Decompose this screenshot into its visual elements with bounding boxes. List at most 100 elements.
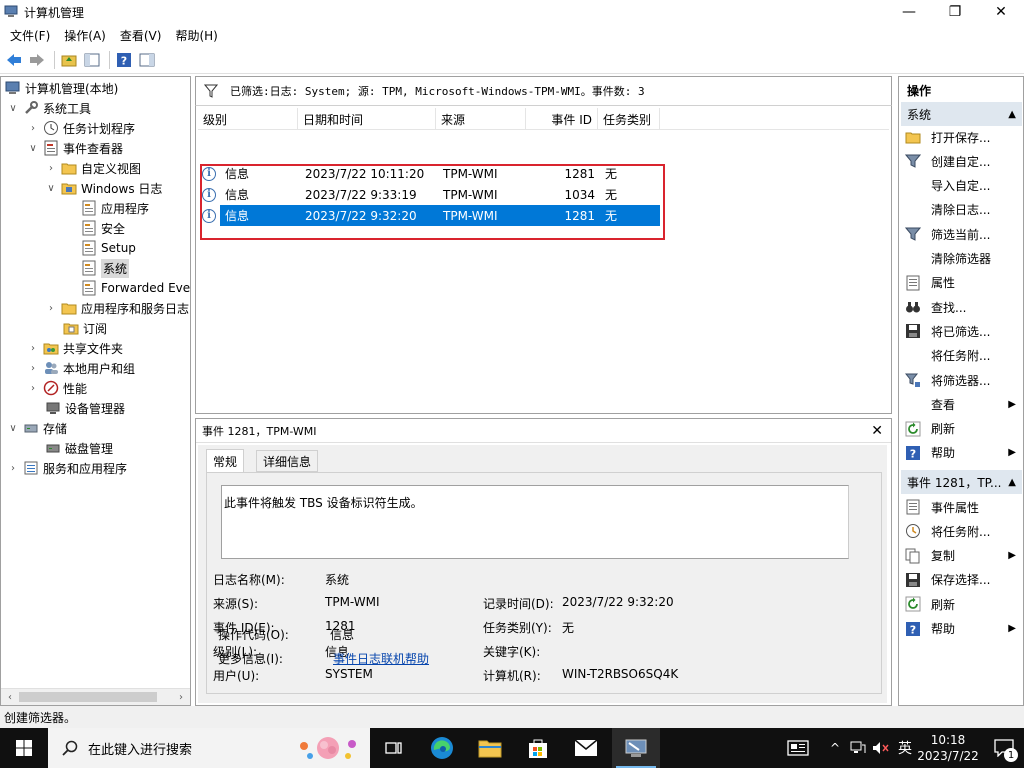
tab-details[interactable]: 详细信息 — [256, 450, 319, 472]
forward-button[interactable] — [27, 50, 47, 70]
show-hidden-icons-chevron-icon[interactable]: ^ — [826, 741, 844, 755]
event-action-item[interactable]: 保存选择... — [901, 569, 1022, 591]
system-action-item[interactable]: 将筛选器... — [901, 369, 1022, 391]
tree-item-storage[interactable]: ∨ 存储 — [7, 418, 67, 438]
tree-label: 性能 — [63, 381, 88, 396]
tree-item-event-viewer[interactable]: ∨ 事件查看器 — [27, 138, 123, 158]
more-info-link[interactable]: 事件日志联机帮助 — [333, 650, 429, 667]
menu-help[interactable]: 帮助(H) — [169, 27, 223, 44]
system-action-item[interactable]: 清除日志... — [901, 199, 1022, 221]
tree-item-windows-logs[interactable]: ∨ Windows 日志 — [45, 178, 162, 198]
system-action-item[interactable]: 打开保存... — [901, 126, 1022, 148]
back-button[interactable] — [4, 50, 24, 70]
help-button[interactable]: ? — [114, 50, 134, 70]
tree-item-system-tools[interactable]: ∨ 系统工具 — [7, 98, 91, 118]
actions-section-event[interactable]: 事件 1281，TP... ▲ — [901, 470, 1022, 494]
menu-action[interactable]: 操作(A) — [58, 27, 112, 44]
maximize-button[interactable]: ❐ — [932, 0, 978, 24]
tree-item-services-apps[interactable]: › 服务和应用程序 — [7, 458, 127, 478]
close-icon[interactable]: ✕ — [871, 423, 883, 439]
column-header-source[interactable]: 来源 — [436, 108, 526, 130]
taskbar-search[interactable]: 在此键入进行搜索 — [48, 728, 370, 768]
system-action-item[interactable]: 查看 ▶ — [901, 393, 1022, 415]
close-button[interactable]: ✕ — [978, 0, 1024, 24]
taskbar-clock[interactable]: 10:18 2023/7/22 — [912, 732, 984, 764]
system-action-item[interactable]: 导入自定... — [901, 175, 1022, 197]
tree-item-app-service-logs[interactable]: › 应用程序和服务日志 — [45, 298, 189, 318]
tree-item-performance[interactable]: › 性能 — [27, 378, 87, 398]
scroll-left-icon[interactable]: ‹ — [3, 690, 17, 704]
ime-indicator[interactable]: 英 — [898, 738, 912, 758]
expand-icon[interactable]: › — [7, 462, 19, 474]
show-hide-tree-button[interactable] — [82, 50, 102, 70]
menu-view[interactable]: 查看(V) — [114, 27, 168, 44]
tree-item-task-scheduler[interactable]: › 任务计划程序 — [27, 118, 135, 138]
start-button[interactable] — [0, 728, 48, 768]
computer-management-taskbar-button[interactable] — [612, 728, 660, 768]
event-action-item[interactable]: ? 帮助 ▶ — [901, 618, 1022, 640]
tree-item-custom-views[interactable]: › 自定义视图 — [45, 158, 141, 178]
column-header-event-id[interactable]: 事件 ID — [526, 108, 598, 130]
collapse-icon[interactable]: ∨ — [27, 142, 39, 154]
system-action-item[interactable]: 将已筛选... — [901, 320, 1022, 342]
up-level-button[interactable] — [59, 50, 79, 70]
scroll-right-icon[interactable]: › — [174, 690, 188, 704]
system-action-item[interactable]: 将任务附... — [901, 345, 1022, 367]
collapse-icon[interactable]: ∨ — [7, 422, 19, 434]
column-header-datetime[interactable]: 日期和时间 — [298, 108, 436, 130]
tree-item-subscriptions[interactable]: 订阅 — [63, 318, 107, 338]
news-widget-button[interactable] — [780, 728, 816, 768]
column-header-task-category[interactable]: 任务类别 — [598, 108, 660, 130]
network-icon[interactable] — [850, 741, 866, 755]
tree-item-application[interactable]: 应用程序 — [81, 198, 149, 218]
tree-item-disk-management[interactable]: 磁盘管理 — [45, 438, 113, 458]
expand-icon[interactable]: › — [27, 342, 39, 354]
event-action-item[interactable]: 刷新 — [901, 593, 1022, 615]
edge-app-button[interactable] — [418, 728, 466, 768]
table-row[interactable]: i 信息 2023/7/22 10:11:20 TPM-WMI 1281 无 — [202, 163, 852, 184]
tree-item-security[interactable]: 安全 — [81, 218, 125, 238]
scroll-thumb[interactable] — [19, 692, 157, 702]
submenu-arrow-icon: ▶ — [1008, 447, 1016, 459]
tab-general[interactable]: 常规 — [206, 449, 245, 473]
event-action-item[interactable]: 复制 ▶ — [901, 545, 1022, 567]
actions-section-system[interactable]: 系统 ▲ — [901, 102, 1022, 126]
column-header-level[interactable]: 级别 — [198, 108, 298, 130]
table-row-selected[interactable]: i 信息 2023/7/22 9:32:20 TPM-WMI 1281 无 — [202, 205, 852, 226]
tree-item-shared-folders[interactable]: › 共享文件夹 — [27, 338, 123, 358]
tree-item-setup[interactable]: Setup — [81, 238, 136, 258]
show-hide-action-pane-button[interactable] — [137, 50, 157, 70]
system-action-item[interactable]: 查找... — [901, 296, 1022, 318]
system-action-item[interactable]: 属性 — [901, 272, 1022, 294]
event-action-item[interactable]: 事件属性 — [901, 496, 1022, 518]
table-row[interactable]: i 信息 2023/7/22 9:33:19 TPM-WMI 1034 无 — [202, 184, 852, 205]
expand-icon[interactable]: › — [45, 302, 57, 314]
system-action-item[interactable]: 创建自定... — [901, 150, 1022, 172]
expand-icon[interactable]: › — [45, 162, 57, 174]
store-button[interactable] — [514, 728, 562, 768]
file-explorer-button[interactable] — [466, 728, 514, 768]
tree-item-computer-management[interactable]: 计算机管理(本地) — [5, 78, 118, 98]
mail-button[interactable] — [562, 728, 610, 768]
system-action-item[interactable]: 筛选当前... — [901, 223, 1022, 245]
collapse-icon[interactable]: ∨ — [7, 102, 19, 114]
collapse-icon[interactable]: ∨ — [45, 182, 57, 194]
notification-center-button[interactable]: 1 — [984, 728, 1024, 768]
menu-file[interactable]: 文件(F) — [4, 27, 56, 44]
minimize-button[interactable]: — — [886, 0, 932, 24]
event-action-item[interactable]: 将任务附... — [901, 520, 1022, 542]
volume-muted-icon[interactable] — [872, 741, 890, 755]
expand-icon[interactable]: › — [27, 122, 39, 134]
tree-item-device-manager[interactable]: 设备管理器 — [45, 398, 125, 418]
expand-icon[interactable]: › — [27, 362, 39, 374]
tree-item-forwarded-events[interactable]: Forwarded Eve — [81, 278, 190, 298]
system-action-item[interactable]: 清除筛选器 — [901, 248, 1022, 270]
tree-horizontal-scrollbar[interactable]: ‹ › — [1, 688, 190, 705]
task-view-button[interactable] — [370, 728, 418, 768]
system-action-item[interactable]: 刷新 — [901, 418, 1022, 440]
tree-item-system-log[interactable]: 系统 — [81, 258, 130, 278]
expand-icon[interactable]: › — [27, 382, 39, 394]
tree-item-local-users-groups[interactable]: › 本地用户和组 — [27, 358, 135, 378]
tab-panel-general: 此事件将触发 TBS 设备标识符生成。 日志名称(M): 系统 来源(S): T… — [206, 472, 882, 694]
system-action-item[interactable]: ? 帮助 ▶ — [901, 442, 1022, 464]
